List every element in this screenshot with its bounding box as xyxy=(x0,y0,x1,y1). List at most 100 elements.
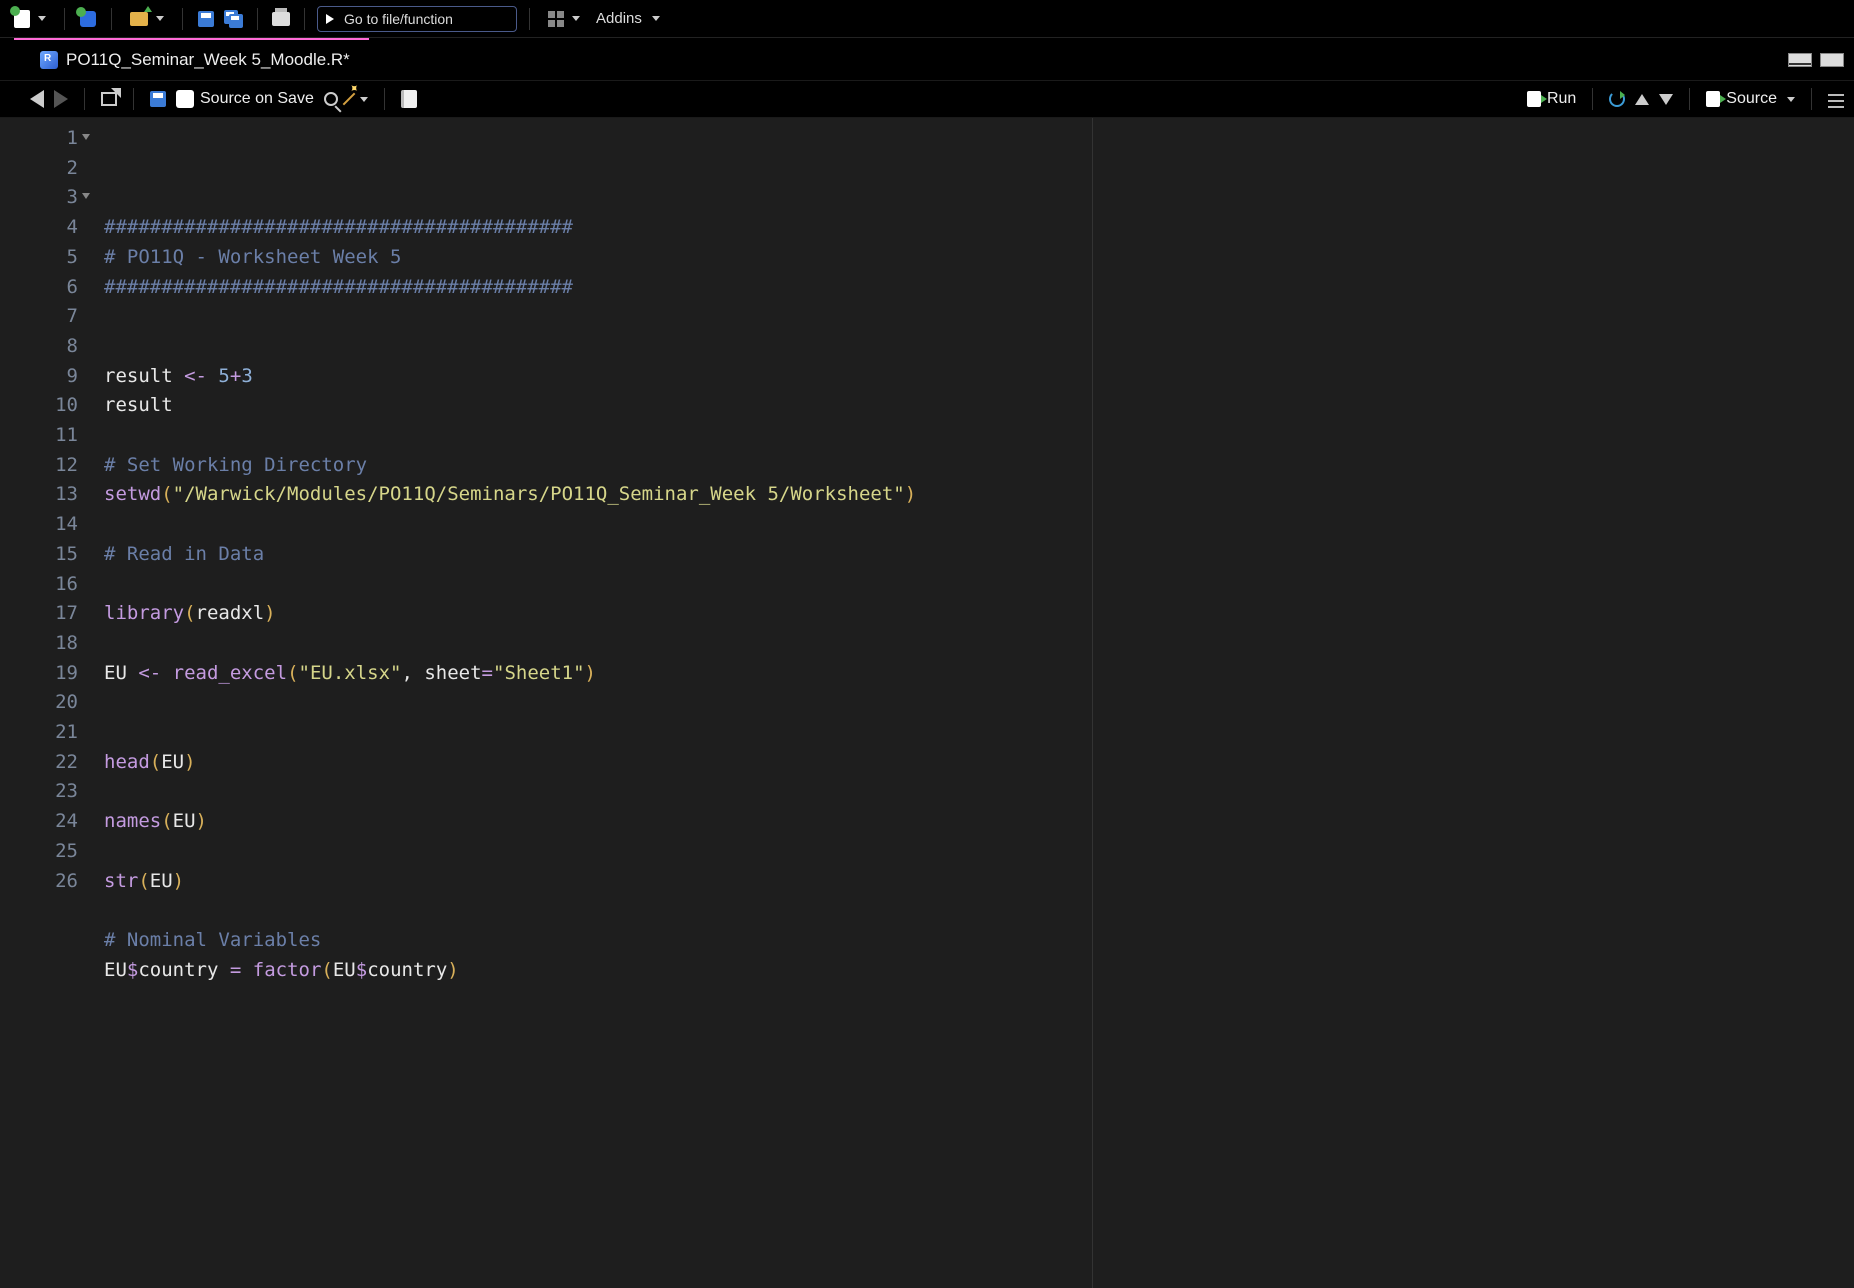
source-button[interactable]: Source xyxy=(1706,90,1795,108)
code-tools-button[interactable] xyxy=(348,91,368,107)
line-number: 17 xyxy=(0,599,78,629)
main-toolbar: Go to file/function Addins xyxy=(0,0,1854,38)
source-on-save-toggle[interactable]: Source on Save xyxy=(176,90,314,108)
line-number: 7 xyxy=(0,302,78,332)
separator xyxy=(1592,88,1593,110)
code-line[interactable] xyxy=(104,718,1854,748)
nav-forward-button[interactable] xyxy=(54,90,68,108)
save-icon xyxy=(198,11,214,27)
find-replace-button[interactable] xyxy=(324,92,338,106)
addins-label: Addins xyxy=(596,10,642,27)
separator xyxy=(257,8,258,30)
print-button[interactable] xyxy=(270,8,292,30)
line-number: 6 xyxy=(0,273,78,303)
code-editor[interactable]: 1234567891011121314151617181920212223242… xyxy=(0,118,1854,1288)
line-number: 1 xyxy=(0,124,78,154)
addins-menu[interactable]: Addins xyxy=(596,10,660,27)
document-outline-button[interactable] xyxy=(1828,92,1844,106)
separator xyxy=(304,8,305,30)
fold-marker-icon[interactable] xyxy=(82,134,90,140)
search-icon xyxy=(324,92,338,106)
run-previous-chunks-button[interactable] xyxy=(1635,94,1649,105)
new-project-button[interactable] xyxy=(77,8,99,30)
code-line[interactable]: EU <- read_excel("EU.xlsx", sheet="Sheet… xyxy=(104,659,1854,689)
code-line[interactable] xyxy=(104,332,1854,362)
save-button[interactable] xyxy=(195,8,217,30)
separator xyxy=(111,8,112,30)
code-line[interactable]: setwd("/Warwick/Modules/PO11Q/Seminars/P… xyxy=(104,480,1854,510)
separator xyxy=(64,8,65,30)
code-line[interactable] xyxy=(104,302,1854,332)
save-icon xyxy=(150,91,166,107)
editor-toolbar: Source on Save Run Source xyxy=(0,80,1854,118)
code-line[interactable]: # Set Working Directory xyxy=(104,451,1854,481)
line-number: 13 xyxy=(0,480,78,510)
code-line[interactable] xyxy=(104,570,1854,600)
code-content[interactable]: ########################################… xyxy=(92,118,1854,1288)
run-button[interactable]: Run xyxy=(1527,90,1576,108)
chevron-down-icon xyxy=(1787,97,1795,102)
open-file-button[interactable] xyxy=(124,8,170,30)
separator xyxy=(182,8,183,30)
nav-back-button[interactable] xyxy=(30,90,44,108)
separator xyxy=(1689,88,1690,110)
grid-icon xyxy=(548,11,564,27)
code-line[interactable] xyxy=(104,777,1854,807)
separator xyxy=(84,88,85,110)
outline-icon xyxy=(1828,92,1844,106)
maximize-pane-button[interactable] xyxy=(1820,53,1844,67)
save-all-button[interactable] xyxy=(223,8,245,30)
code-line[interactable]: # PO11Q - Worksheet Week 5 xyxy=(104,243,1854,273)
code-line[interactable] xyxy=(104,688,1854,718)
panes-button[interactable] xyxy=(542,8,586,30)
editor-tab[interactable]: PO11Q_Seminar_Week 5_Moodle.R* xyxy=(40,50,350,70)
code-line[interactable] xyxy=(104,896,1854,926)
source-on-save-label: Source on Save xyxy=(200,90,314,108)
new-file-icon xyxy=(14,10,30,28)
source-icon xyxy=(1706,91,1720,107)
separator xyxy=(133,88,134,110)
minimize-pane-button[interactable] xyxy=(1788,53,1812,67)
code-line[interactable]: names(EU) xyxy=(104,807,1854,837)
code-line[interactable]: EU$country = factor(EU$country) xyxy=(104,956,1854,986)
new-file-button[interactable] xyxy=(8,8,52,30)
code-line[interactable]: str(EU) xyxy=(104,867,1854,897)
show-in-new-window-button[interactable] xyxy=(101,92,117,106)
code-line[interactable] xyxy=(104,837,1854,867)
fold-marker-icon[interactable] xyxy=(82,193,90,199)
line-number: 16 xyxy=(0,570,78,600)
goto-file-function-input[interactable]: Go to file/function xyxy=(317,6,517,32)
line-number: 12 xyxy=(0,451,78,481)
code-line[interactable] xyxy=(104,510,1854,540)
code-line[interactable]: ########################################… xyxy=(104,273,1854,303)
compile-report-button[interactable] xyxy=(401,90,417,108)
line-number: 10 xyxy=(0,391,78,421)
new-project-icon xyxy=(80,11,96,27)
code-line[interactable]: # Read in Data xyxy=(104,540,1854,570)
line-number: 25 xyxy=(0,837,78,867)
line-number: 2 xyxy=(0,154,78,184)
margin-guide xyxy=(1092,118,1093,1288)
r-file-icon xyxy=(40,51,58,69)
code-line[interactable] xyxy=(104,629,1854,659)
line-number: 11 xyxy=(0,421,78,451)
chevron-down-icon xyxy=(38,16,46,21)
line-number: 26 xyxy=(0,867,78,897)
code-line[interactable] xyxy=(104,421,1854,451)
code-line[interactable]: result <- 5+3 xyxy=(104,362,1854,392)
chevron-down-icon xyxy=(156,16,164,21)
code-line[interactable]: library(readxl) xyxy=(104,599,1854,629)
code-line[interactable]: # Nominal Variables xyxy=(104,926,1854,956)
code-line[interactable]: result xyxy=(104,391,1854,421)
source-label: Source xyxy=(1726,90,1777,108)
line-number: 19 xyxy=(0,659,78,689)
run-next-chunk-button[interactable] xyxy=(1659,94,1673,105)
code-line[interactable]: head(EU) xyxy=(104,748,1854,778)
print-icon xyxy=(272,12,290,26)
popout-icon xyxy=(101,92,117,106)
rerun-button[interactable] xyxy=(1609,91,1625,107)
line-number: 18 xyxy=(0,629,78,659)
separator xyxy=(529,8,530,30)
code-line[interactable]: ########################################… xyxy=(104,213,1854,243)
save-document-button[interactable] xyxy=(150,91,166,107)
